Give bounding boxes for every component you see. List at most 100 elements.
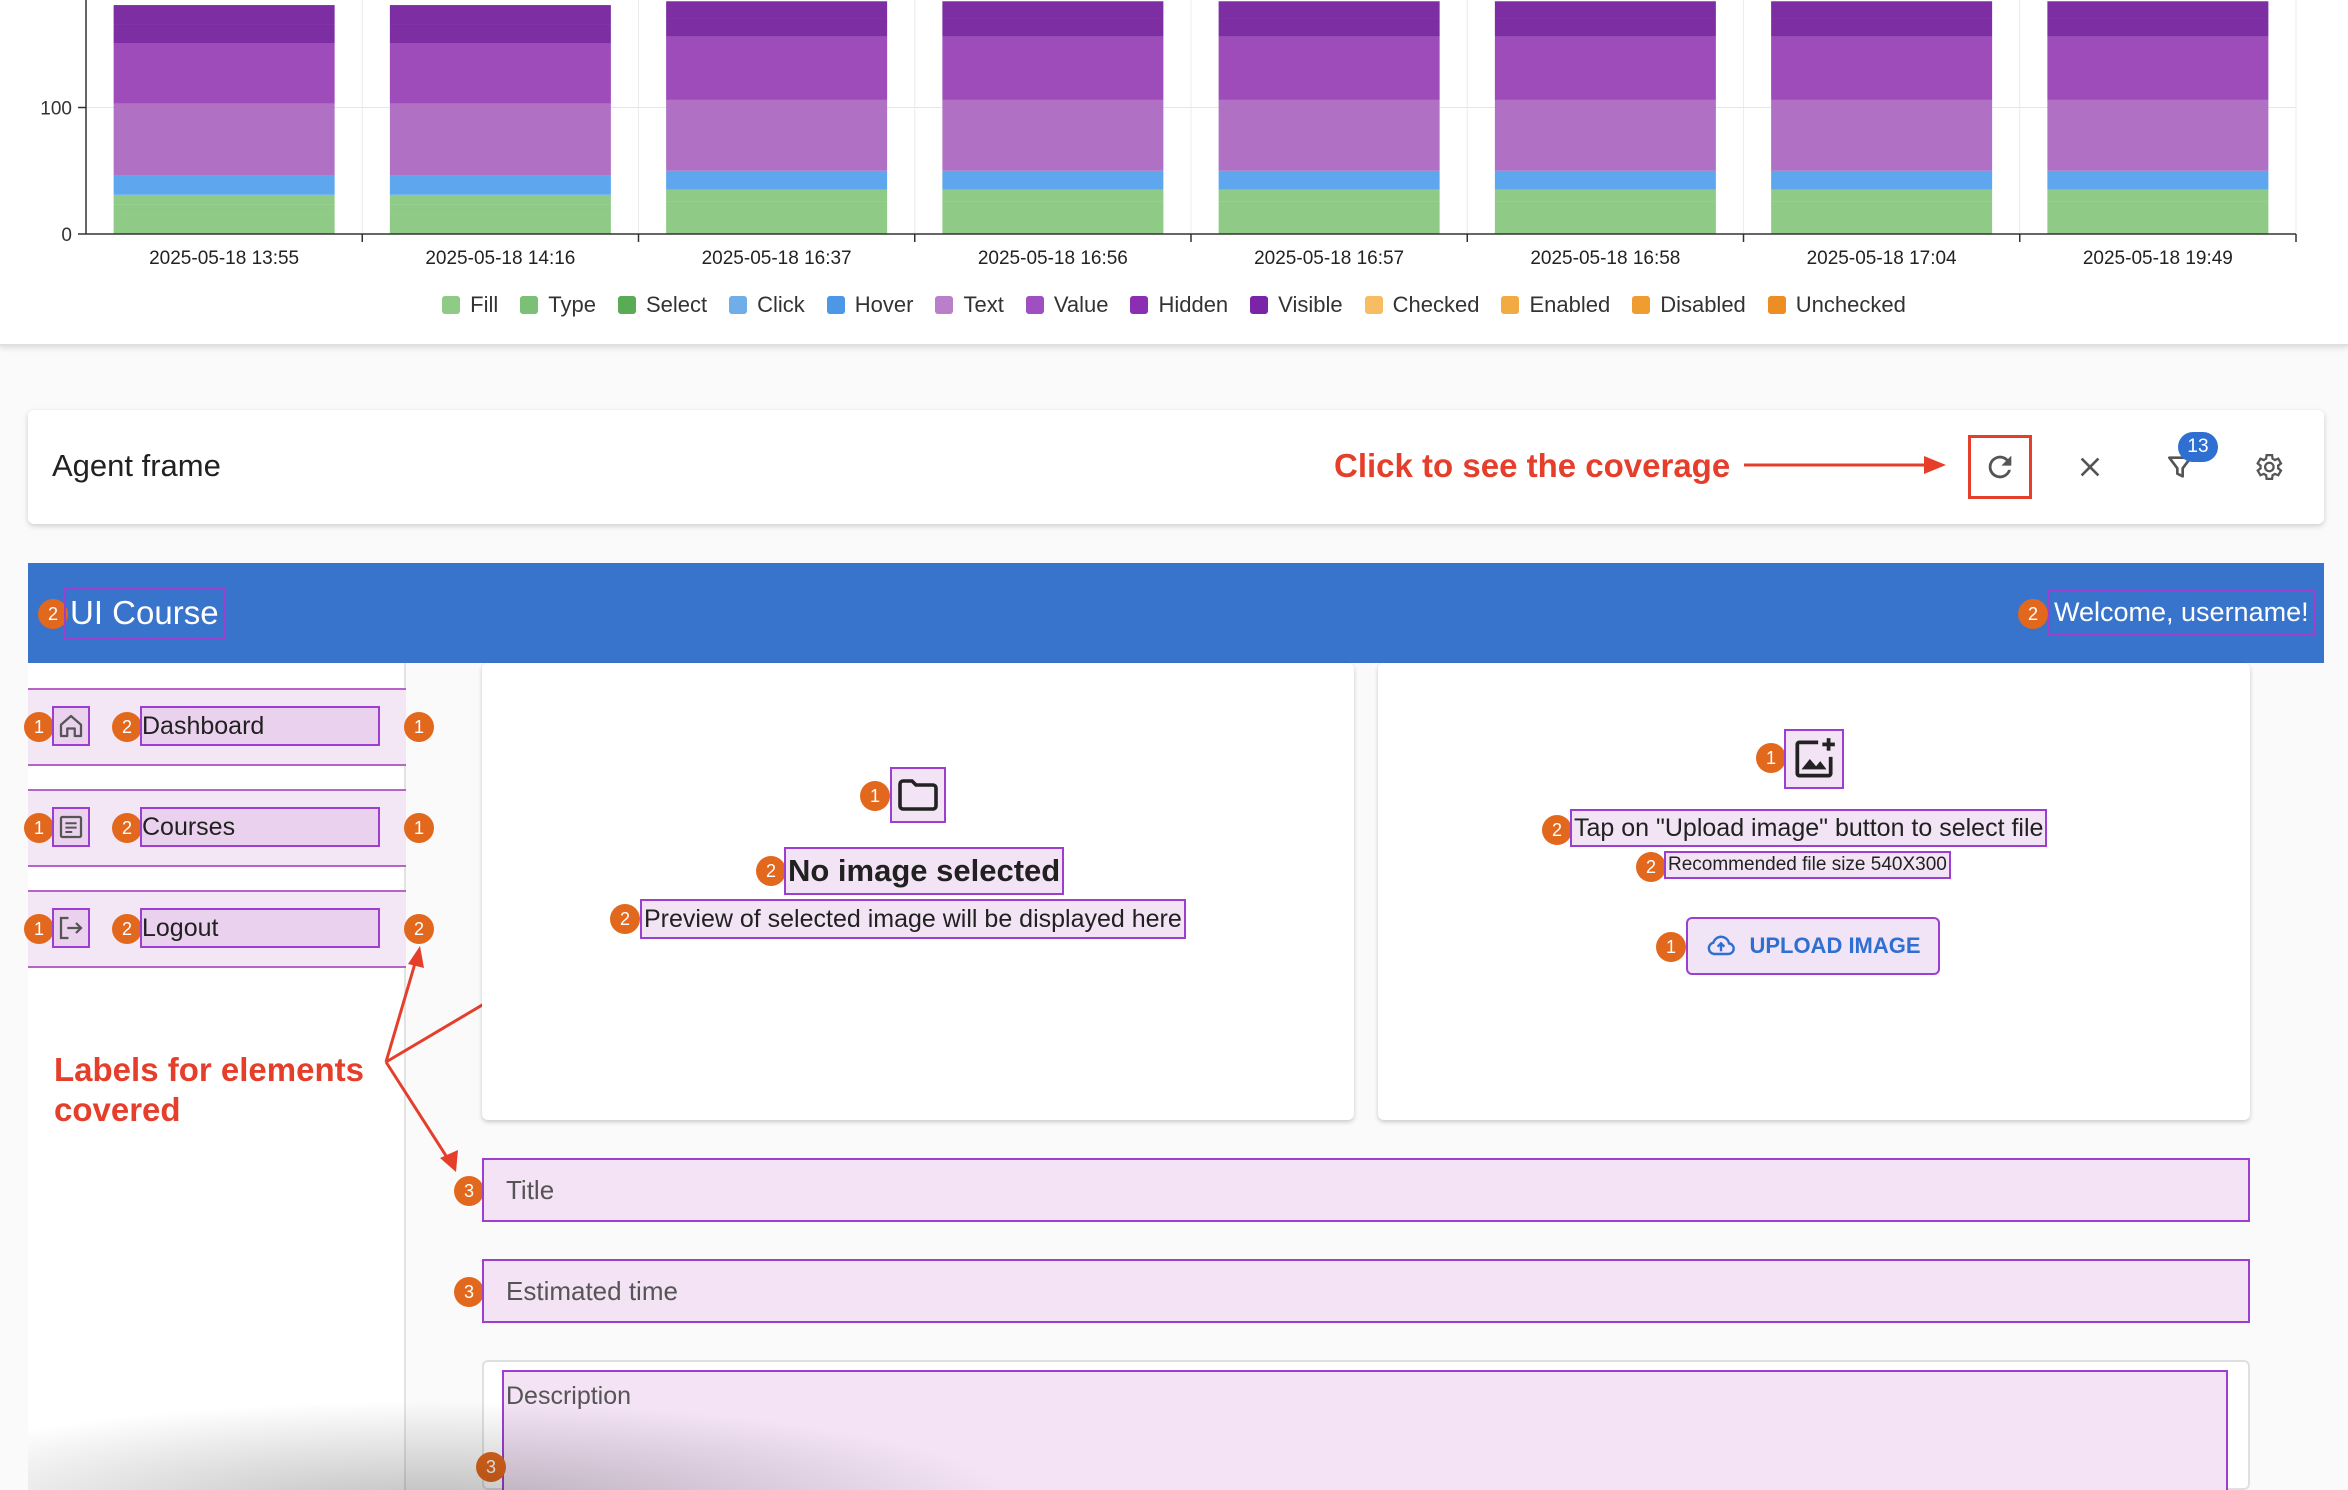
- legend-item[interactable]: Click: [729, 292, 805, 318]
- bar-segment: [942, 99, 1164, 171]
- bar-segment: [2047, 99, 2269, 171]
- x-tick-label: 2025-05-18 13:55: [149, 248, 299, 269]
- legend-item[interactable]: Select: [617, 292, 708, 318]
- x-tick-label: 2025-05-18 16:58: [1530, 248, 1680, 269]
- bar-segment: [942, 36, 1164, 100]
- coverage-badge: 2: [756, 856, 786, 886]
- bar-segment: [1218, 99, 1440, 171]
- coverage-hint-arrow: [1744, 456, 1946, 474]
- bar-segment: [113, 43, 335, 104]
- bar-segment: [2047, 1, 2269, 19]
- bar-segment: [1218, 170, 1440, 190]
- bar-segment: [1771, 212, 1993, 234]
- legend-swatch: [826, 296, 845, 314]
- bar-segment: [666, 212, 888, 234]
- legend-label: Select: [645, 292, 708, 317]
- folder-icon: [890, 767, 946, 823]
- legend-label: Value: [1053, 292, 1109, 317]
- bar-segment: [666, 36, 888, 100]
- sidebar-item-logout[interactable]: 1 2 Logout 2: [24, 890, 434, 968]
- bar-segment: [666, 18, 888, 37]
- upload-image-button[interactable]: UPLOAD IMAGE: [1686, 917, 1940, 975]
- legend-item[interactable]: Checked: [1364, 292, 1479, 318]
- legend-item[interactable]: Hover: [826, 292, 914, 318]
- no-image-heading: No image selected: [784, 847, 1065, 895]
- legend-item[interactable]: Text: [935, 292, 1004, 318]
- x-tick-label: 2025-05-18 16:37: [702, 248, 852, 269]
- title-field[interactable]: Title: [482, 1158, 2250, 1222]
- bar-segment: [389, 43, 611, 104]
- bar-segment: [1494, 212, 1716, 234]
- legend-item[interactable]: Value: [1025, 292, 1109, 318]
- sidebar-item-dashboard[interactable]: 1 2 Dashboard 1: [24, 688, 434, 766]
- close-button[interactable]: [2058, 435, 2122, 499]
- legend-item[interactable]: Type: [520, 292, 596, 318]
- bar-segment: [389, 103, 611, 176]
- y-tick-label: 0: [61, 225, 72, 246]
- bar-segment: [942, 212, 1164, 234]
- bar-segment: [113, 204, 335, 216]
- cloud-upload-icon: [1708, 935, 1736, 956]
- estimated-time-field[interactable]: Estimated time: [482, 1259, 2250, 1323]
- bar-segment: [1494, 99, 1716, 171]
- bar-segment: [1771, 36, 1993, 100]
- legend-item[interactable]: Disabled: [1632, 292, 1746, 318]
- bar-segment: [942, 18, 1164, 37]
- bar-segment: [942, 201, 1164, 213]
- bar-segment: [1218, 18, 1440, 37]
- agent-frame-title: Agent frame: [52, 448, 221, 483]
- legend-item[interactable]: Hidden: [1130, 292, 1228, 318]
- settings-button[interactable]: [2236, 435, 2300, 499]
- bar-segment: [1218, 36, 1440, 100]
- app-title: UI Course: [64, 587, 225, 639]
- coverage-chart: 0 100 2025-05-18 13:55 2025-05-18 14:16 2025…: [40, 0, 2297, 269]
- legend-swatch: [617, 296, 636, 314]
- sidebar-item-courses[interactable]: 1 2 Courses 1: [24, 789, 434, 867]
- labels-annotation-line1: Labels for elements: [54, 1051, 364, 1088]
- legend-label: Visible: [1278, 292, 1343, 317]
- bar-segment: [1494, 18, 1716, 37]
- bar-segment: [389, 5, 611, 25]
- legend-swatch: [935, 296, 954, 314]
- home-icon: [52, 706, 90, 746]
- bar-segment: [389, 194, 611, 205]
- legend-item[interactable]: Unchecked: [1767, 292, 1906, 318]
- coverage-badge: 1: [1656, 932, 1686, 962]
- legend-item[interactable]: Fill: [442, 292, 498, 318]
- bar-segment: [389, 215, 611, 234]
- legend-item[interactable]: Enabled: [1501, 292, 1610, 318]
- bar-segment: [1218, 189, 1440, 202]
- legend-swatch: [1364, 296, 1383, 314]
- bar-segment: [1494, 170, 1716, 190]
- image-preview-card: 1 2 No image selected 2 Preview of selec…: [482, 663, 1354, 1120]
- bar-segment: [942, 189, 1164, 202]
- coverage-badge: 2: [112, 914, 142, 944]
- refresh-icon: [1988, 455, 2012, 479]
- bar-segment: [113, 215, 335, 234]
- welcome-text: Welcome, username!: [2048, 589, 2315, 635]
- bar-segment: [1494, 201, 1716, 213]
- bar-segment: [666, 1, 888, 19]
- coverage-chart-panel: 0 100 2025-05-18 13:55 2025-05-18 14:16 2025…: [0, 0, 2348, 346]
- bar-segment: [389, 175, 611, 195]
- upload-card: 1 2 Tap on "Upload image" button to sele…: [1378, 663, 2250, 1120]
- legend-swatch: [442, 296, 461, 314]
- legend-label: Hidden: [1158, 292, 1229, 317]
- legend-label: Text: [963, 292, 1004, 317]
- legend-label: Hover: [854, 292, 914, 317]
- bar-segment: [1218, 201, 1440, 213]
- legend-swatch: [1767, 296, 1786, 314]
- welcome-coverage-badge: 2: [2018, 599, 2048, 629]
- bar-segment: [1771, 99, 1993, 171]
- bar-segment: [1218, 1, 1440, 19]
- coverage-badge: 1: [1756, 743, 1786, 773]
- legend-item[interactable]: Visible: [1250, 292, 1343, 318]
- legend-swatch: [1250, 296, 1269, 314]
- refresh-coverage-button[interactable]: [1968, 435, 2032, 499]
- bottom-shadow: [28, 1400, 1028, 1490]
- legend-swatch: [1025, 296, 1044, 314]
- sidebar-item-label: Logout: [140, 908, 380, 948]
- coverage-badge: 1: [24, 813, 54, 843]
- coverage-badge: 2: [112, 712, 142, 742]
- bar-segment: [1771, 189, 1993, 202]
